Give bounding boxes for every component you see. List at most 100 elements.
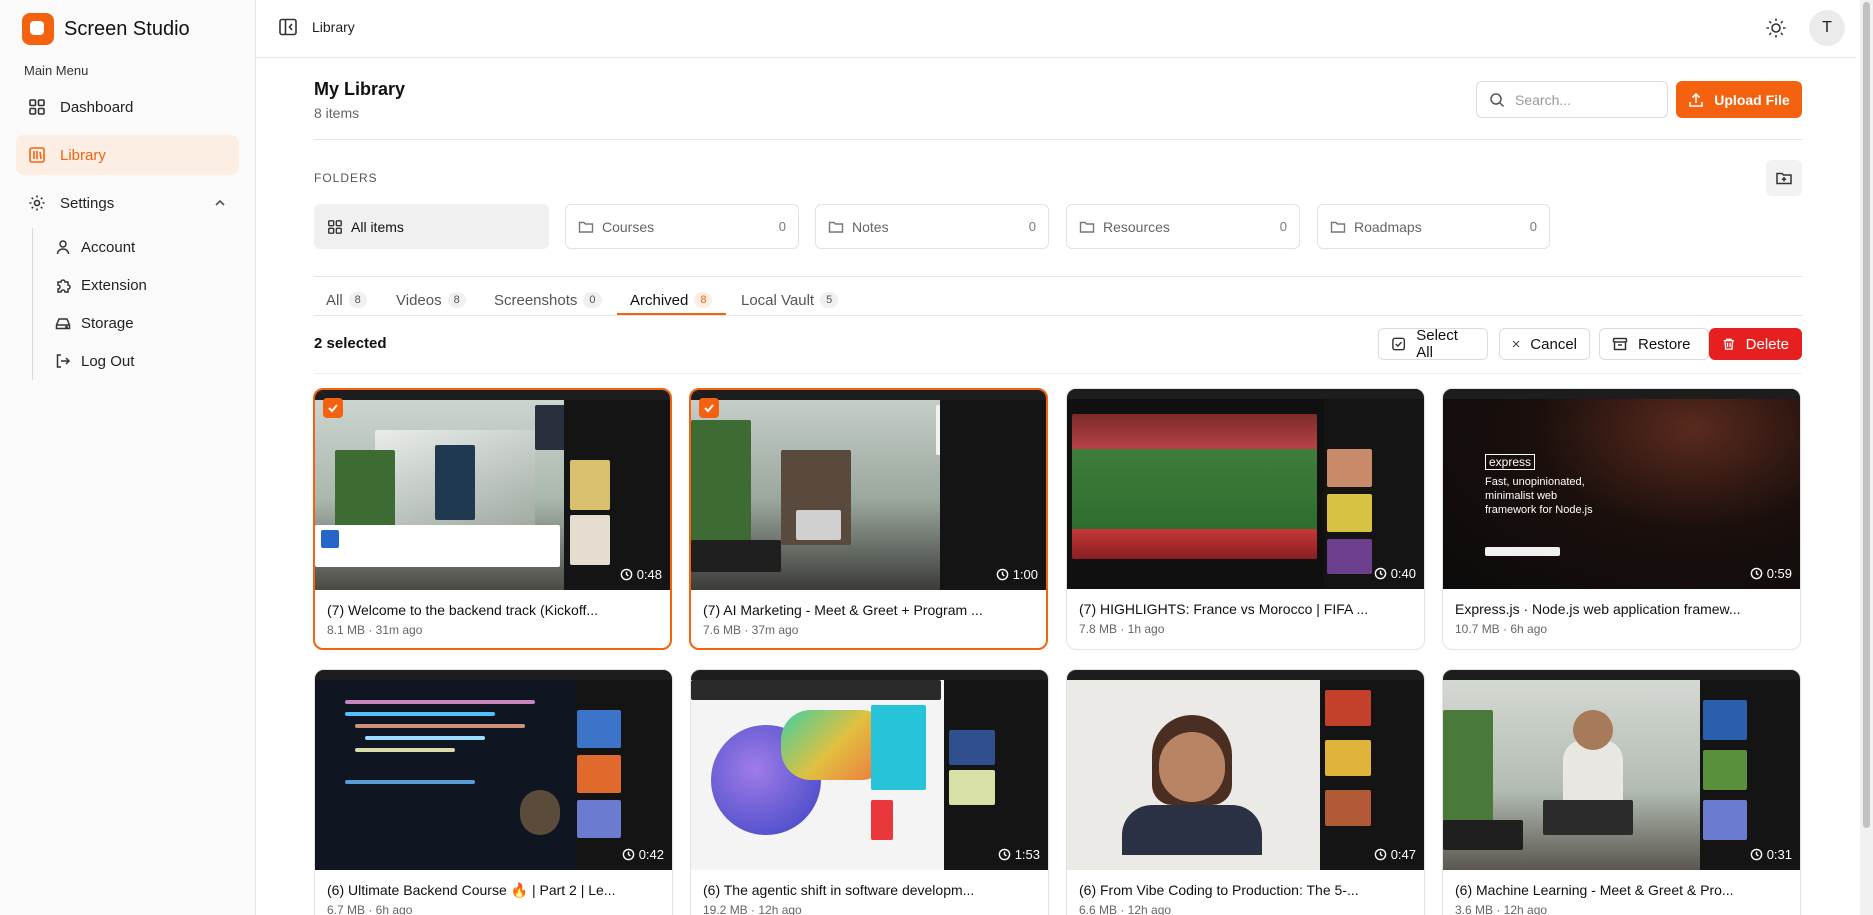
user-icon <box>56 240 70 255</box>
video-thumbnail[interactable]: express Fast, unopinionated, minimalist … <box>1443 389 1800 589</box>
tab-screenshots[interactable]: Screenshots 0 <box>494 284 602 316</box>
delete-label: Delete <box>1745 335 1789 353</box>
new-folder-button[interactable] <box>1766 160 1802 196</box>
tab-videos[interactable]: Videos 8 <box>396 284 466 316</box>
video-duration: 0:31 <box>1750 847 1792 862</box>
video-duration: 1:00 <box>996 567 1038 582</box>
video-card[interactable]: 0:42 (6) Ultimate Backend Course 🔥 | Par… <box>314 669 673 915</box>
folder-label: Resources <box>1103 218 1170 235</box>
sidebar-item-label: Settings <box>60 194 115 212</box>
video-card[interactable]: express Fast, unopinionated, minimalist … <box>1442 388 1801 650</box>
folder-notes[interactable]: Notes 0 <box>815 204 1049 249</box>
video-card[interactable]: 0:31 (6) Machine Learning - Meet & Greet… <box>1442 669 1801 915</box>
video-card[interactable]: 1:53 (6) The agentic shift in software d… <box>690 669 1049 915</box>
select-all-button[interactable]: Select All <box>1378 327 1488 361</box>
checkbox-icon <box>1392 337 1406 351</box>
tab-count-badge: 8 <box>348 292 367 308</box>
video-card[interactable]: 0:40 (7) HIGHLIGHTS: France vs Morocco |… <box>1066 388 1425 650</box>
select-all-label: Select All <box>1416 327 1458 361</box>
video-title: (7) AI Marketing - Meet & Greet + Progra… <box>703 602 983 618</box>
clock-icon <box>620 568 632 581</box>
upload-file-button[interactable]: Upload File <box>1676 81 1802 118</box>
folder-label: Notes <box>852 218 889 235</box>
video-title: (6) The agentic shift in software develo… <box>703 882 975 898</box>
clock-icon <box>1750 848 1762 861</box>
folder-icon <box>1330 221 1346 233</box>
check-icon <box>704 404 714 413</box>
video-thumbnail[interactable]: 0:40 <box>1067 389 1424 589</box>
clock-icon <box>996 568 1008 581</box>
check-icon <box>328 404 338 413</box>
express-tagline: Fast, unopinionated, minimalist web fram… <box>1485 476 1593 516</box>
sidebar-item-account[interactable]: Account <box>55 235 135 259</box>
folder-icon <box>828 221 844 233</box>
restore-label: Restore <box>1638 335 1691 353</box>
app-logo-icon <box>22 13 54 45</box>
search-input[interactable] <box>1515 91 1655 108</box>
selected-checkbox[interactable] <box>699 398 719 418</box>
sidebar-item-label: Account <box>81 238 136 256</box>
logout-icon <box>56 354 71 368</box>
sun-icon[interactable] <box>1765 17 1787 39</box>
divider <box>314 276 1802 277</box>
video-thumbnail[interactable]: 0:47 <box>1067 670 1424 870</box>
selected-checkbox[interactable] <box>323 398 343 418</box>
divider <box>314 139 1802 140</box>
video-thumbnail[interactable]: 1:53 <box>691 670 1048 870</box>
clock-icon <box>1374 567 1386 580</box>
tab-all[interactable]: All 8 <box>326 284 367 316</box>
video-card[interactable]: 0:47 (6) From Vibe Coding to Production:… <box>1066 669 1425 915</box>
menu-title: Main Menu <box>24 63 89 78</box>
video-duration: 0:42 <box>622 847 664 862</box>
video-meta: 7.8 MB · 1h ago <box>1079 622 1165 636</box>
sidebar-item-label: Extension <box>81 276 147 294</box>
sidebar-item-dashboard[interactable]: Dashboard <box>16 87 239 127</box>
library-icon <box>28 146 46 164</box>
video-meta: 6.7 MB · 6h ago <box>327 903 413 915</box>
video-card[interactable]: 0:48 (7) Welcome to the backend track (K… <box>313 388 672 650</box>
video-thumbnail[interactable]: 0:31 <box>1443 670 1800 870</box>
chevron-up-icon[interactable] <box>213 196 227 214</box>
video-card[interactable]: 1:00 (7) AI Marketing - Meet & Greet + P… <box>689 388 1048 650</box>
avatar[interactable]: T <box>1809 10 1845 46</box>
folder-count: 0 <box>778 219 786 234</box>
sidebar-item-logout[interactable]: Log Out <box>55 349 134 373</box>
sidebar-item-storage[interactable]: Storage <box>55 311 134 335</box>
restore-button[interactable]: Restore <box>1599 328 1709 360</box>
sidebar-item-label: Dashboard <box>60 98 134 116</box>
cancel-label: Cancel <box>1530 335 1577 353</box>
tab-count-badge: 5 <box>820 292 839 308</box>
tab-archived[interactable]: Archived 8 <box>630 284 713 316</box>
tab-local-vault[interactable]: Local Vault 5 <box>741 284 839 316</box>
folder-icon <box>578 221 594 233</box>
tab-count-badge: 0 <box>583 292 602 308</box>
brand[interactable]: Screen Studio <box>22 13 190 45</box>
folder-courses[interactable]: Courses 0 <box>565 204 799 249</box>
sidebar-item-library[interactable]: Library <box>16 135 239 175</box>
delete-button[interactable]: Delete <box>1709 328 1802 360</box>
video-thumbnail[interactable]: 1:00 <box>691 390 1046 590</box>
folder-resources[interactable]: Resources 0 <box>1066 204 1300 249</box>
video-title: Express.js · Node.js web application fra… <box>1455 601 1741 617</box>
scrollbar-thumb[interactable] <box>1863 2 1870 828</box>
video-thumbnail[interactable]: 0:48 <box>315 390 670 590</box>
topbar: Library T <box>256 0 1856 58</box>
folder-all-items[interactable]: All items <box>314 204 549 249</box>
sidebar-toggle-icon[interactable] <box>278 17 298 37</box>
puzzle-icon <box>57 279 71 293</box>
cancel-button[interactable]: Cancel <box>1499 328 1590 360</box>
video-thumbnail[interactable]: 0:42 <box>315 670 672 870</box>
clock-icon <box>1750 567 1762 580</box>
sidebar-item-settings[interactable]: Settings <box>16 183 239 223</box>
folder-count: 0 <box>1529 219 1537 234</box>
tab-label: Local Vault <box>741 291 815 309</box>
grid-icon <box>328 219 342 234</box>
breadcrumb[interactable]: Library <box>312 19 355 35</box>
folder-roadmaps[interactable]: Roadmaps 0 <box>1317 204 1550 249</box>
search-box[interactable] <box>1476 81 1668 118</box>
video-meta: 7.6 MB · 37m ago <box>703 623 799 637</box>
video-meta: 8.1 MB · 31m ago <box>327 623 423 637</box>
express-logo: express <box>1485 454 1536 470</box>
sidebar-item-label: Library <box>60 146 106 164</box>
sidebar-item-extension[interactable]: Extension <box>55 273 147 297</box>
